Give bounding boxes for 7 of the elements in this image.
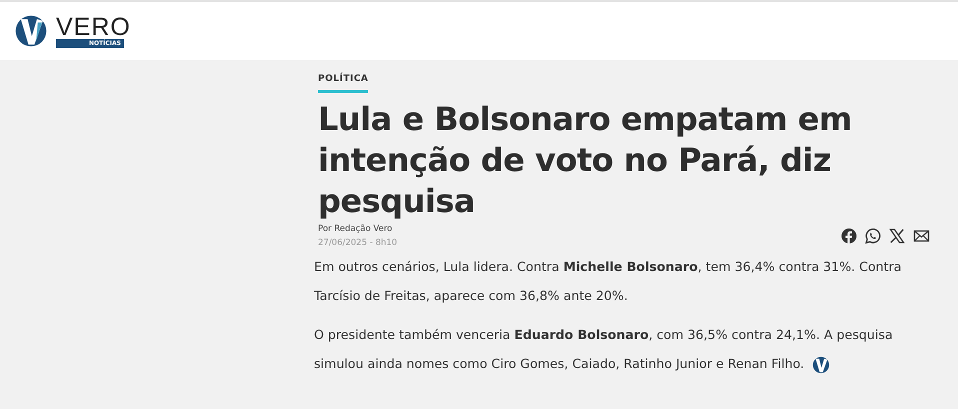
paragraph: O presidente também venceria Eduardo Bolsonaro, com 36,5% contra 24,1%. A pesquisa simulou ainda nomes como Ciro Gomes, Caiado, Ratinho Junior e Renan Filho. (314, 320, 936, 378)
paragraph: Em outros cenários, Lula lidera. Contra Michelle Bolsonaro, tem 36,4% contra 31%. Contra Tarcísio de Freitas, aparece com 36,8% ante 20%. (314, 258, 902, 305)
byline: Por Redação Vero (318, 224, 394, 234)
article-title: Lula e Bolsonaro empatam em intenção de voto no Pará, diz pesquisa (318, 99, 853, 222)
publish-date: 27/06/2025 - 8h10 (318, 238, 398, 248)
category-label[interactable]: POLÍTICA (318, 74, 368, 93)
logo-name: VERO (56, 14, 131, 38)
